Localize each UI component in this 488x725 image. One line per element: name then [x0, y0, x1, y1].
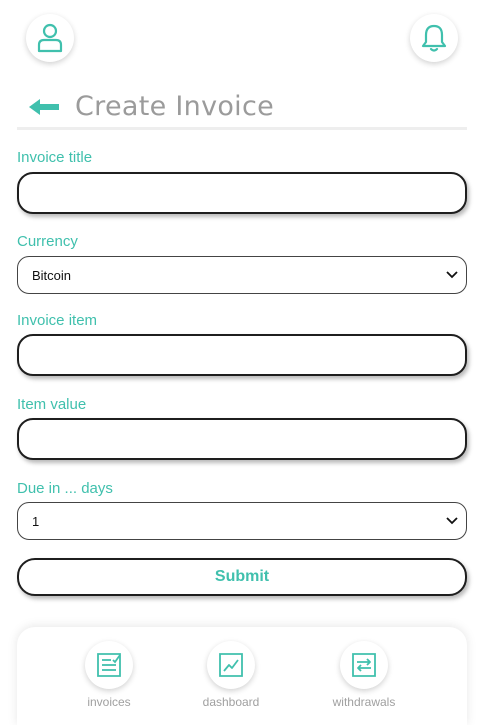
back-arrow-icon[interactable] — [27, 97, 61, 117]
nav-dashboard-button[interactable] — [207, 641, 255, 689]
page-header: Create Invoice — [17, 86, 467, 130]
notifications-button[interactable] — [410, 14, 458, 62]
currency-selected-value: Bitcoin — [32, 267, 72, 283]
chart-icon — [219, 653, 243, 677]
profile-button[interactable] — [26, 14, 74, 62]
bottom-navigation: invoices dashboard withdrawals — [17, 627, 467, 725]
invoice-title-input[interactable] — [17, 172, 467, 214]
user-icon — [37, 23, 63, 53]
invoice-title-label: Invoice title — [17, 149, 93, 166]
nav-withdrawals-button[interactable] — [340, 641, 388, 689]
nav-invoices-button[interactable] — [85, 641, 133, 689]
currency-label: Currency — [17, 233, 78, 250]
bell-icon — [421, 24, 447, 52]
page-title: Create Invoice — [75, 91, 275, 122]
chevron-down-icon — [446, 517, 458, 525]
chevron-down-icon — [446, 271, 458, 279]
nav-label-dashboard: dashboard — [202, 695, 260, 709]
nav-item-invoices[interactable]: invoices — [54, 641, 164, 709]
nav-item-dashboard[interactable]: dashboard — [176, 641, 286, 709]
nav-item-withdrawals[interactable]: withdrawals — [309, 641, 419, 709]
create-invoice-page: Create Invoice Invoice title Currency Bi… — [0, 0, 488, 725]
currency-select[interactable]: Bitcoin — [17, 256, 467, 294]
transfer-icon — [352, 653, 376, 677]
invoice-list-icon — [97, 653, 121, 677]
item-value-label: Item value — [17, 396, 87, 413]
submit-button[interactable]: Submit — [17, 558, 467, 596]
due-days-selected-value: 1 — [32, 513, 40, 529]
nav-label-withdrawals: withdrawals — [332, 695, 396, 709]
invoice-item-input[interactable] — [17, 334, 467, 376]
due-days-select[interactable]: 1 — [17, 502, 467, 540]
invoice-item-label: Invoice item — [17, 312, 98, 329]
item-value-input[interactable] — [17, 418, 467, 460]
nav-label-invoices: invoices — [87, 695, 131, 709]
due-days-label: Due in ... days — [17, 480, 113, 497]
